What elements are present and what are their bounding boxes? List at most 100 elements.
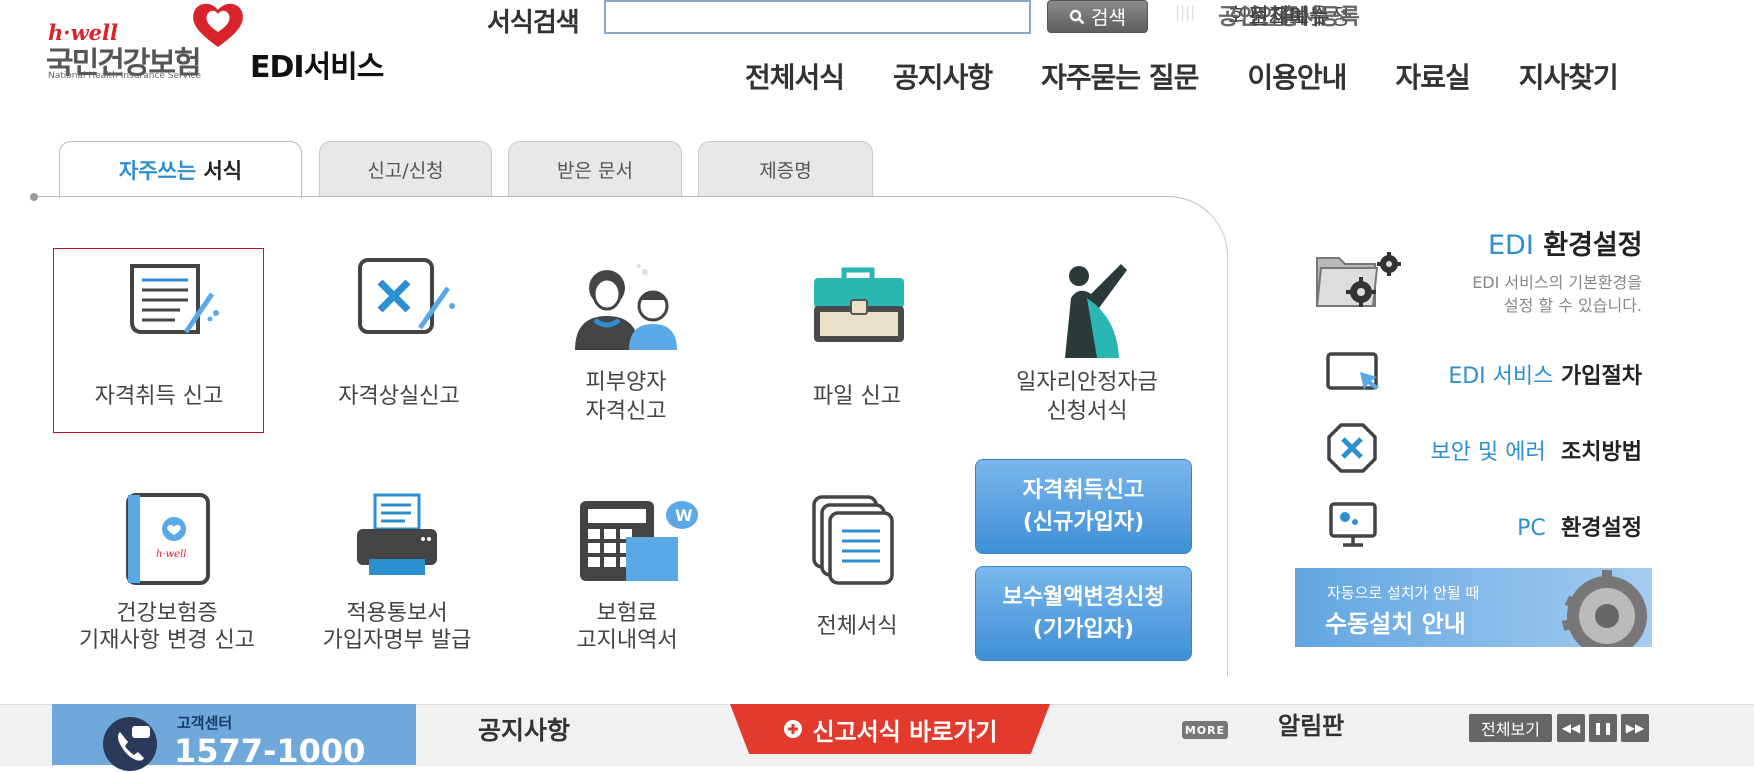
link-black: 가입절차 <box>1561 364 1642 389</box>
svg-text:h·well: h·well <box>156 549 187 560</box>
form-label-line2: 고지내역서 <box>576 628 678 653</box>
pc-env-settings-link[interactable]: PC 환경설정 <box>1420 510 1642 542</box>
people-icon <box>575 264 677 350</box>
folder-gear-icon <box>1315 252 1401 307</box>
form-label-line2: 자격신고 <box>585 399 667 424</box>
form-label-line1: 일자리안정자금 <box>1016 370 1158 395</box>
banner-small-text: 자동으로 설치가 안될 때 <box>1327 584 1480 602</box>
gnav-guide[interactable]: 이용안내 <box>1247 56 1347 96</box>
search-button-label: 검색 <box>1091 7 1126 29</box>
link-blue: EDI 서비스 <box>1448 364 1554 389</box>
tab-certificates[interactable]: 제증명 <box>698 141 873 197</box>
button-line1: 자격취득신고 <box>1022 477 1145 503</box>
link-black: 환경설정 <box>1561 516 1642 541</box>
tab-frequent-forms[interactable]: 자주쓰는 서식 <box>59 141 302 198</box>
form-label: 전체서식 <box>816 614 898 639</box>
printer-icon <box>357 493 437 575</box>
gear-icon <box>1561 570 1647 647</box>
env-desc-line1: EDI 서비스의 기본환경을 <box>1472 273 1642 292</box>
form-qualification-loss[interactable]: 자격상실신고 <box>294 258 504 428</box>
gnav-resources[interactable]: 자료실 <box>1395 56 1470 96</box>
manual-install-banner[interactable]: 자동으로 설치가 안될 때 수동설치 안내 <box>1295 568 1652 647</box>
document-pen-icon <box>130 264 219 334</box>
form-label: 자격상실신고 <box>338 384 460 409</box>
document-x-icon <box>358 258 455 334</box>
form-label-line1: 피부양자 <box>585 370 667 395</box>
link-blue: 보안 및 에러 <box>1430 440 1546 465</box>
form-file-report[interactable]: 파일 신고 <box>752 258 962 428</box>
service-title-bold: EDI <box>250 50 305 85</box>
logo-english: National Health Insurance Service <box>48 71 202 81</box>
shortcut-label: 신고서식 바로가기 <box>812 717 998 746</box>
security-error-link[interactable]: 보안 및 에러 조치방법 <box>1380 434 1642 466</box>
form-job-stability-fund[interactable]: 일자리안정자금 신청서식 <box>982 258 1192 428</box>
form-label-line1: 보험료 <box>596 601 658 626</box>
alarm-board-title: 알림판 <box>1278 712 1345 740</box>
shield-x-icon <box>1327 423 1377 477</box>
pc-settings-icon <box>1329 502 1379 552</box>
form-all-forms[interactable]: 전체서식 <box>752 493 962 663</box>
env-settings-title[interactable]: EDI 환경설정 <box>1488 223 1643 262</box>
service-title: EDI서비스 <box>250 42 385 86</box>
edi-join-procedure-link[interactable]: EDI 서비스 가입절차 <box>1420 358 1642 390</box>
form-insurance-card-change[interactable]: h·well 건강보험증 기재사항 변경 신고 <box>62 493 272 663</box>
link-black: 조치방법 <box>1561 440 1642 465</box>
link-blue: PC <box>1517 516 1546 541</box>
cs-phone: 1577-1000 <box>174 732 366 770</box>
customer-center-box: 고객센터 1577-1000 <box>52 704 416 771</box>
plus-circle-icon <box>783 720 802 738</box>
phone-icon <box>103 717 157 771</box>
cs-label: 고객센터 <box>177 714 233 732</box>
banner-big-text: 수동설치 안내 <box>1325 610 1466 638</box>
tab-report-apply[interactable]: 신고/신청 <box>319 141 492 197</box>
next-icon[interactable]: ▶▶ <box>1621 714 1649 742</box>
form-label-line2: 가입자명부 발급 <box>322 628 472 653</box>
superhero-icon <box>1065 264 1127 358</box>
env-title-blue: EDI <box>1488 230 1534 261</box>
form-shortcut-button[interactable]: 신고서식 바로가기 <box>730 704 1050 754</box>
env-settings-desc: EDI 서비스의 기본환경을 설정 할 수 있습니다. <box>1420 271 1642 317</box>
prev-icon[interactable]: ◀◀ <box>1557 714 1585 742</box>
form-label-line2: 기재사항 변경 신고 <box>79 628 255 653</box>
form-label-line1: 건강보험증 <box>116 601 218 626</box>
tab-frequent-label: 서식 <box>196 159 243 183</box>
global-nav: 전체서식 공지사항 자주묻는 질문 이용안내 자료실 지사찾기 <box>745 56 1619 96</box>
utility-links: 홈 | 로그아웃 | 회원정보수정 | 공인인증서등록 | 전체메뉴 <box>1175 3 1360 30</box>
panel-dot <box>30 193 38 201</box>
search-button[interactable]: 검색 <box>1047 0 1148 33</box>
util-all-menu-link[interactable]: 전체메뉴 <box>1175 3 1403 32</box>
env-title-black: 환경설정 <box>1543 230 1643 261</box>
search-input[interactable] <box>604 0 1031 34</box>
view-all-button[interactable]: 전체보기 <box>1469 714 1552 742</box>
gnav-branch-finder[interactable]: 지사찾기 <box>1519 56 1619 96</box>
more-button[interactable]: MORE <box>1182 721 1228 739</box>
notice-title[interactable]: 공지사항 <box>478 711 570 747</box>
service-title-text: 서비스 <box>303 50 385 85</box>
form-qualification-acquire[interactable]: 자격취득 신고 <box>54 258 264 428</box>
form-notice-roster-issue[interactable]: 적용통보서 가입자명부 발급 <box>292 493 502 663</box>
button-line1: 보수월액변경신청 <box>1002 584 1165 610</box>
insurance-card-icon: h·well <box>126 493 210 585</box>
env-desc-line2: 설정 할 수 있습니다. <box>1503 296 1642 315</box>
svg-text:W: W <box>675 506 693 525</box>
new-member-acquire-button[interactable]: 자격취득신고 (신규가입자) <box>975 459 1192 554</box>
form-premium-statement[interactable]: W 보험료 고지내역서 <box>522 493 732 663</box>
monitor-click-icon <box>1326 350 1382 402</box>
gnav-notices[interactable]: 공지사항 <box>893 56 993 96</box>
button-line2: (기가입자) <box>1032 616 1135 642</box>
salary-change-button[interactable]: 보수월액변경신청 (기가입자) <box>975 566 1192 661</box>
form-label: 자격취득 신고 <box>94 384 224 409</box>
form-label: 파일 신고 <box>813 384 901 409</box>
calculator-icon: W <box>580 501 698 581</box>
gnav-all-forms[interactable]: 전체서식 <box>745 56 845 96</box>
tab-frequent-highlight: 자주쓰는 <box>118 159 197 183</box>
documents-stack-icon <box>812 495 894 585</box>
button-line2: (신규가입자) <box>1022 509 1145 535</box>
form-dependent-report[interactable]: 피부양자 자격신고 <box>521 258 731 428</box>
briefcase-icon <box>814 267 904 342</box>
search-icon <box>1069 9 1085 24</box>
pause-icon[interactable]: ❚❚ <box>1589 714 1617 742</box>
gnav-faq[interactable]: 자주묻는 질문 <box>1041 56 1199 96</box>
search-label: 서식검색 <box>487 8 580 38</box>
tab-received-docs[interactable]: 받은 문서 <box>508 141 682 197</box>
